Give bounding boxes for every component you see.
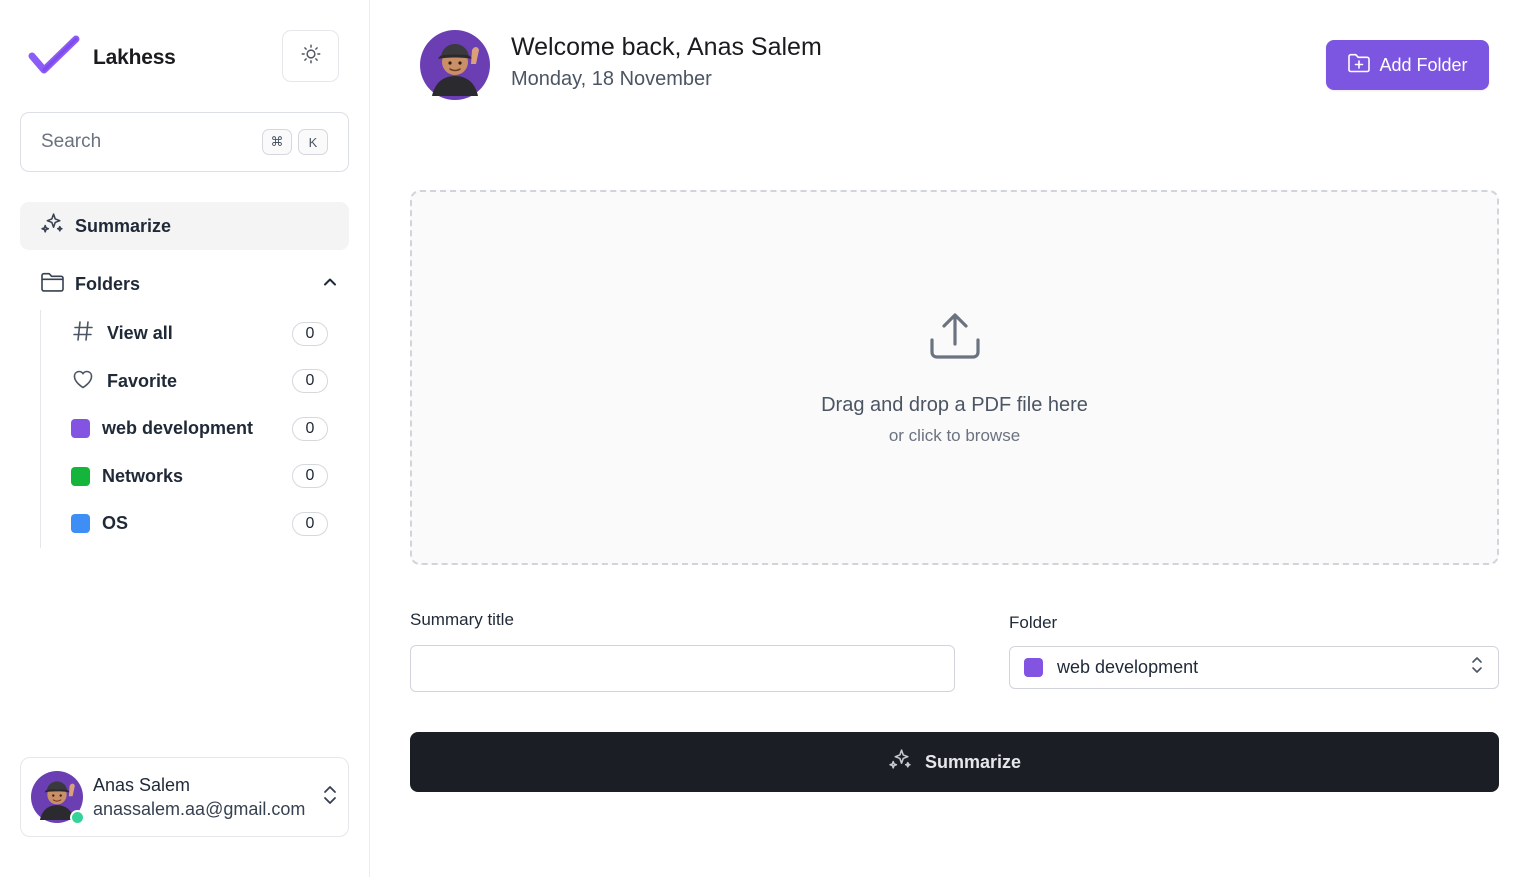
folder-select-label: Folder [1009,613,1058,632]
upload-icon [928,310,982,369]
folder-count-badge: 0 [292,369,328,394]
search-placeholder: Search [41,131,102,152]
user-info: Anas Salem anassalem.aa@gmail.com [93,775,312,820]
folder-select-value: web development [1057,657,1199,677]
command-key-badge: ⌘ [262,129,292,155]
sparkles-icon [888,747,913,777]
chevron-up-icon [322,274,338,295]
user-menu-button[interactable]: Anas Salem anassalem.aa@gmail.com [20,757,349,837]
summary-title-label: Summary title [410,610,514,629]
k-key-badge: K [298,129,328,155]
folder-count-badge: 0 [292,464,328,489]
hash-icon [71,319,95,348]
folder-color-swatch [71,514,90,534]
current-date: Monday, 18 November [511,68,712,90]
folder-color-swatch [71,419,90,439]
sidebar: Lakhess Search ⌘ K Summarize Folders Vie… [0,0,370,877]
user-name: Anas Salem [93,774,191,795]
avatar [31,771,85,825]
folder-item-view-all[interactable]: View all 0 [41,310,338,358]
user-email: anassalem.aa@gmail.com [93,798,306,819]
dropzone-title: Drag and drop a PDF file here [821,394,1088,416]
folder-select[interactable]: web development [1009,646,1499,689]
welcome-heading: Welcome back, Anas Salem [511,33,822,61]
summary-title-input[interactable] [410,645,955,692]
search-input[interactable]: Search ⌘ K [20,112,349,172]
folder-item-label: View all [107,323,173,344]
check-logo-icon [28,34,81,81]
pdf-dropzone[interactable]: Drag and drop a PDF file here or click t… [410,190,1499,565]
folder-item-label: Favorite [107,370,178,391]
brand-name: Lakhess [93,45,176,69]
sun-icon [300,43,322,70]
dropzone-subtitle: or click to browse [888,426,1021,445]
folder-item-os[interactable]: OS 0 [41,500,338,548]
folder-item-label: web development [102,418,254,439]
folder-item-networks[interactable]: Networks 0 [41,453,338,501]
folder-count-badge: 0 [292,416,328,441]
folder-color-swatch [1024,658,1043,677]
sparkles-icon [40,211,65,241]
folders-toggle[interactable]: Folders [40,268,338,300]
chevron-up-down-icon [1470,654,1484,681]
folder-color-swatch [71,466,90,486]
folder-icon [40,271,65,298]
theme-toggle-button[interactable] [282,30,339,82]
sidebar-item-label: Summarize [75,215,172,236]
online-status-dot [70,810,85,825]
add-folder-label: Add Folder [1379,54,1468,75]
sidebar-item-summarize[interactable]: Summarize [20,202,349,250]
avatar-icon [420,30,490,100]
folder-item-favorite[interactable]: Favorite 0 [41,358,338,406]
folder-item-label: Networks [102,465,184,486]
folder-item-web-development[interactable]: web development 0 [41,405,338,453]
add-folder-button[interactable]: Add Folder [1326,40,1489,90]
heart-icon [71,367,95,396]
chevron-up-down-icon [322,783,338,812]
summarize-button-label: Summarize [924,751,1022,772]
folder-count-badge: 0 [292,511,328,536]
folders-label: Folders [75,273,141,294]
folder-plus-icon [1347,52,1371,79]
folder-list: View all 0 Favorite 0 web development 0 … [40,310,338,548]
brand[interactable]: Lakhess [28,34,176,81]
folder-count-badge: 0 [292,321,328,346]
summarize-button[interactable]: Summarize [410,732,1499,792]
folder-item-label: OS [102,513,129,534]
header-avatar [420,30,490,100]
